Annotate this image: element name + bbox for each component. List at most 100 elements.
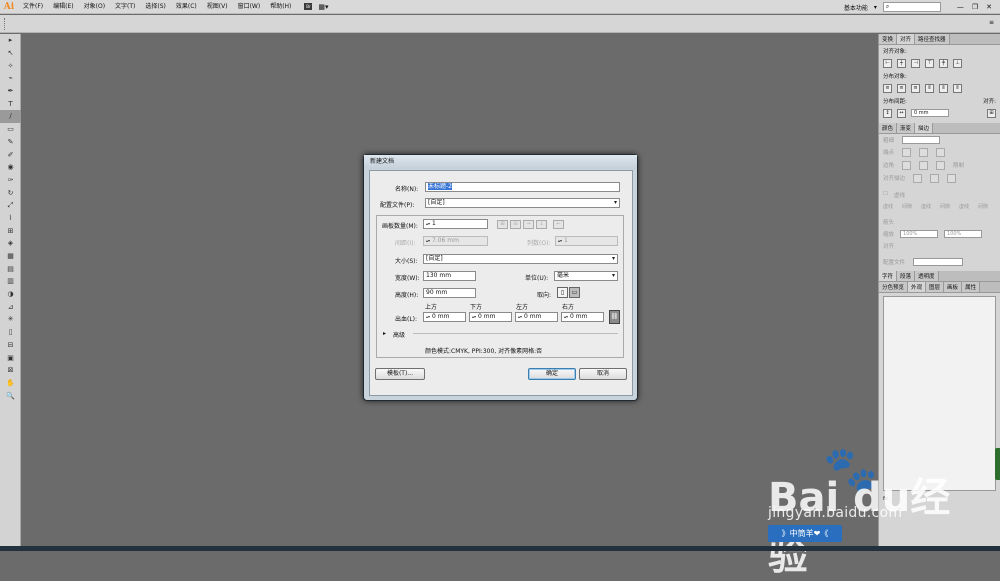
round-cap-icon[interactable] <box>919 148 929 157</box>
distribute-top-icon[interactable]: ≡ <box>883 84 892 93</box>
menu-item-2[interactable]: 对象(O) <box>79 0 110 14</box>
advanced-label[interactable]: 高级 <box>393 330 405 339</box>
dashed-checkbox[interactable]: ☐ <box>883 191 888 199</box>
artboards-count-input[interactable]: ▴▾ 1 <box>423 219 488 229</box>
distribute-vcenter-icon[interactable]: ≡ <box>897 84 906 93</box>
tool-22-icon[interactable]: ✳ <box>0 313 21 326</box>
spacing-vertical-icon[interactable]: ↕ <box>883 109 892 118</box>
control-bar-menu-icon[interactable]: ≡ <box>989 19 994 26</box>
tool-9-icon[interactable]: ✐ <box>0 148 21 161</box>
link-bleed-icon[interactable]: ⛓ <box>609 310 620 324</box>
tool-19-icon[interactable]: ▥ <box>0 275 21 288</box>
panel-tab-tabs3-1[interactable]: 段落 <box>897 271 916 281</box>
stroke-weight-field[interactable] <box>902 136 941 144</box>
bleed-bottom-stepper-icon[interactable]: ▴▾ <box>472 313 476 321</box>
scale-end-field[interactable]: 100% <box>944 230 983 238</box>
tool-10-icon[interactable]: ◉ <box>0 161 21 174</box>
menu-item-4[interactable]: 选择(S) <box>140 0 171 14</box>
bridge-icon[interactable]: Br <box>304 3 313 10</box>
distribute-right-icon[interactable]: ⦀ <box>953 84 962 93</box>
tool-20-icon[interactable]: ◑ <box>0 288 21 301</box>
panel-tab-tabs3-0[interactable]: 字符 <box>879 271 898 281</box>
close-button[interactable]: ✕ <box>986 3 992 11</box>
tool-14-icon[interactable]: ⌇ <box>0 212 21 225</box>
workspace-switcher[interactable]: 基本功能 <box>844 3 868 12</box>
tool-23-icon[interactable]: ▯ <box>0 326 21 339</box>
tool-27-icon[interactable]: ✋ <box>0 377 21 390</box>
height-input[interactable]: 90 mm <box>423 288 476 298</box>
menu-item-3[interactable]: 文字(T) <box>110 0 140 14</box>
spacing-value-field[interactable]: 0 mm <box>911 109 949 117</box>
align-stroke-center-icon[interactable] <box>913 174 923 183</box>
menu-item-7[interactable]: 窗口(W) <box>233 0 266 14</box>
bleed-left-input[interactable]: ▴▾ 0 mm <box>515 312 558 322</box>
bleed-right-stepper-icon[interactable]: ▴▾ <box>564 313 568 321</box>
align-top-icon[interactable]: ⊤ <box>925 59 934 68</box>
distribute-left-icon[interactable]: ⦀ <box>925 84 934 93</box>
panel-tab-tabs4-3[interactable]: 画板 <box>944 282 963 292</box>
tool-16-icon[interactable]: ◈ <box>0 237 21 250</box>
panel-tab-tabs2-2[interactable]: 描边 <box>915 123 934 133</box>
panel-tab-tabs1-0[interactable]: 变换 <box>879 34 898 44</box>
miter-join-icon[interactable] <box>902 161 912 170</box>
side-scroll-tab[interactable] <box>995 448 1000 480</box>
panel-tab-tabs2-1[interactable]: 渐变 <box>897 123 916 133</box>
profile-field[interactable] <box>913 258 964 266</box>
tool-28-icon[interactable]: 🔍 <box>0 389 21 402</box>
menu-item-1[interactable]: 编辑(E) <box>48 0 78 14</box>
tool-18-icon[interactable]: ▤ <box>0 262 21 275</box>
bleed-bottom-input[interactable]: ▴▾ 0 mm <box>469 312 512 322</box>
tool-8-icon[interactable]: ✎ <box>0 136 21 149</box>
menu-item-6[interactable]: 视图(V) <box>202 0 233 14</box>
round-join-icon[interactable] <box>919 161 929 170</box>
tool-26-icon[interactable]: ⊠ <box>0 364 21 377</box>
menu-item-8[interactable]: 帮助(H) <box>265 0 296 14</box>
ok-button[interactable]: 确定 <box>528 368 576 380</box>
tool-4-icon[interactable]: ✒ <box>0 85 21 98</box>
panel-tab-tabs4-0[interactable]: 分色预览 <box>879 282 909 292</box>
panel-tab-tabs4-1[interactable]: 外观 <box>908 282 927 292</box>
align-vcenter-icon[interactable]: ╪ <box>939 59 948 68</box>
bleed-top-stepper-icon[interactable]: ▴▾ <box>426 313 430 321</box>
bleed-top-input[interactable]: ▴▾ 0 mm <box>423 312 466 322</box>
butt-cap-icon[interactable] <box>902 148 912 157</box>
tool-6-icon[interactable]: / <box>0 110 21 123</box>
document-name-input[interactable]: 未标题-2 <box>425 182 620 192</box>
tool-21-icon[interactable]: ⊿ <box>0 300 21 313</box>
cancel-button[interactable]: 取消 <box>579 368 627 380</box>
tool-7-icon[interactable]: ▭ <box>0 123 21 136</box>
templates-button[interactable]: 模板(T)... <box>375 368 425 380</box>
align-left-icon[interactable]: ⊢ <box>883 59 892 68</box>
control-bar-grip[interactable] <box>4 18 6 30</box>
align-to-selection-icon[interactable]: ⊞ <box>987 109 996 118</box>
tool-13-icon[interactable]: ⤢ <box>0 199 21 212</box>
panel-tab-tabs2-0[interactable]: 颜色 <box>879 123 898 133</box>
tool-11-icon[interactable]: ✑ <box>0 174 21 187</box>
units-select[interactable]: 毫米 <box>554 271 618 281</box>
panel-tab-tabs1-2[interactable]: 路径查找器 <box>915 34 950 44</box>
artboards-stepper-icon[interactable]: ▴▾ <box>426 220 430 228</box>
advanced-chevron-icon[interactable]: ▸ <box>383 330 386 337</box>
spacing-horizontal-icon[interactable]: ↔ <box>897 109 906 118</box>
menu-item-5[interactable]: 效果(C) <box>171 0 202 14</box>
tool-24-icon[interactable]: ⊟ <box>0 339 21 352</box>
bevel-join-icon[interactable] <box>936 161 946 170</box>
panel-tab-tabs1-1[interactable]: 对齐 <box>897 34 916 44</box>
workspace-chevron-icon[interactable]: ▾ <box>874 4 877 11</box>
tool-2-icon[interactable]: ✧ <box>0 59 21 72</box>
align-hcenter-icon[interactable]: ┼ <box>897 59 906 68</box>
square-cap-icon[interactable] <box>936 148 946 157</box>
tool-1-icon[interactable]: ↖ <box>0 47 21 60</box>
bleed-right-input[interactable]: ▴▾ 0 mm <box>561 312 604 322</box>
tool-15-icon[interactable]: ⊞ <box>0 224 21 237</box>
minimize-button[interactable]: — <box>957 3 964 11</box>
distribute-hcenter-icon[interactable]: ⦀ <box>939 84 948 93</box>
tool-17-icon[interactable]: ▦ <box>0 250 21 263</box>
panel-tab-tabs4-2[interactable]: 图层 <box>926 282 945 292</box>
tool-25-icon[interactable]: ▣ <box>0 351 21 364</box>
distribute-bottom-icon[interactable]: ≡ <box>911 84 920 93</box>
size-select[interactable]: [自定] <box>423 254 618 264</box>
panel-tab-tabs3-2[interactable]: 透明度 <box>915 271 939 281</box>
align-stroke-outside-icon[interactable] <box>947 174 957 183</box>
tool-0-icon[interactable]: ▸ <box>0 34 21 47</box>
